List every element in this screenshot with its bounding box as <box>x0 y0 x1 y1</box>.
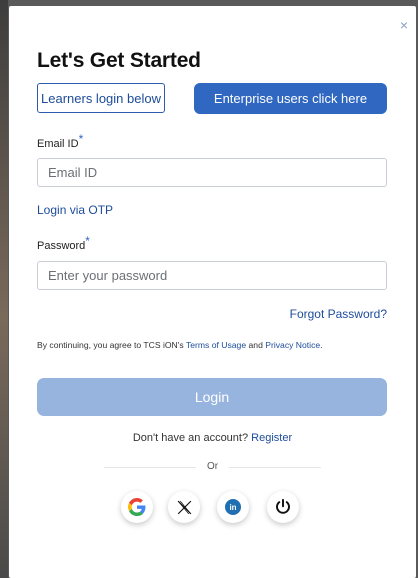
login-modal: × Let's Get Started Learners login below… <box>9 6 416 578</box>
password-label: Password* <box>37 234 90 252</box>
register-prompt: Don't have an account? Register <box>9 432 416 444</box>
google-login-button[interactable] <box>121 491 153 523</box>
divider-right <box>229 467 321 468</box>
svg-text:in: in <box>229 503 236 512</box>
privacy-notice-link[interactable]: Privacy Notice <box>265 340 320 350</box>
x-login-button[interactable] <box>168 491 200 523</box>
x-icon <box>177 500 191 514</box>
linkedin-login-button[interactable]: in <box>217 491 249 523</box>
password-label-text: Password <box>37 240 86 252</box>
consent-prefix: By continuing, you agree to TCS iON's <box>37 340 186 350</box>
consent-suffix: . <box>320 340 323 350</box>
page-backdrop <box>0 0 8 578</box>
email-field[interactable] <box>37 158 387 187</box>
close-icon[interactable]: × <box>400 18 408 32</box>
password-field[interactable] <box>37 261 387 290</box>
required-asterisk: * <box>85 234 90 248</box>
required-asterisk: * <box>78 132 84 146</box>
or-divider-text: Or <box>206 461 219 472</box>
register-prompt-text: Don't have an account? <box>132 432 252 444</box>
learners-login-button[interactable]: Learners login below <box>37 83 165 113</box>
enterprise-users-button[interactable]: Enterprise users click here <box>194 83 387 114</box>
email-label-text: Email ID <box>37 138 79 150</box>
register-link[interactable]: Register <box>251 432 292 444</box>
modal-title: Let's Get Started <box>37 49 201 72</box>
terms-of-usage-link[interactable]: Terms of Usage <box>186 340 246 350</box>
login-button[interactable]: Login <box>37 378 387 416</box>
forgot-password-link[interactable]: Forgot Password? <box>290 307 387 321</box>
google-icon <box>128 498 146 516</box>
consent-conjunction: and <box>246 340 266 350</box>
login-via-otp-link[interactable]: Login via OTP <box>37 203 113 217</box>
power-login-button[interactable] <box>267 491 299 523</box>
linkedin-icon: in <box>225 499 241 515</box>
power-icon <box>276 498 290 514</box>
email-label: Email ID* <box>37 132 83 150</box>
consent-text: By continuing, you agree to TCS iON's Te… <box>37 340 323 350</box>
